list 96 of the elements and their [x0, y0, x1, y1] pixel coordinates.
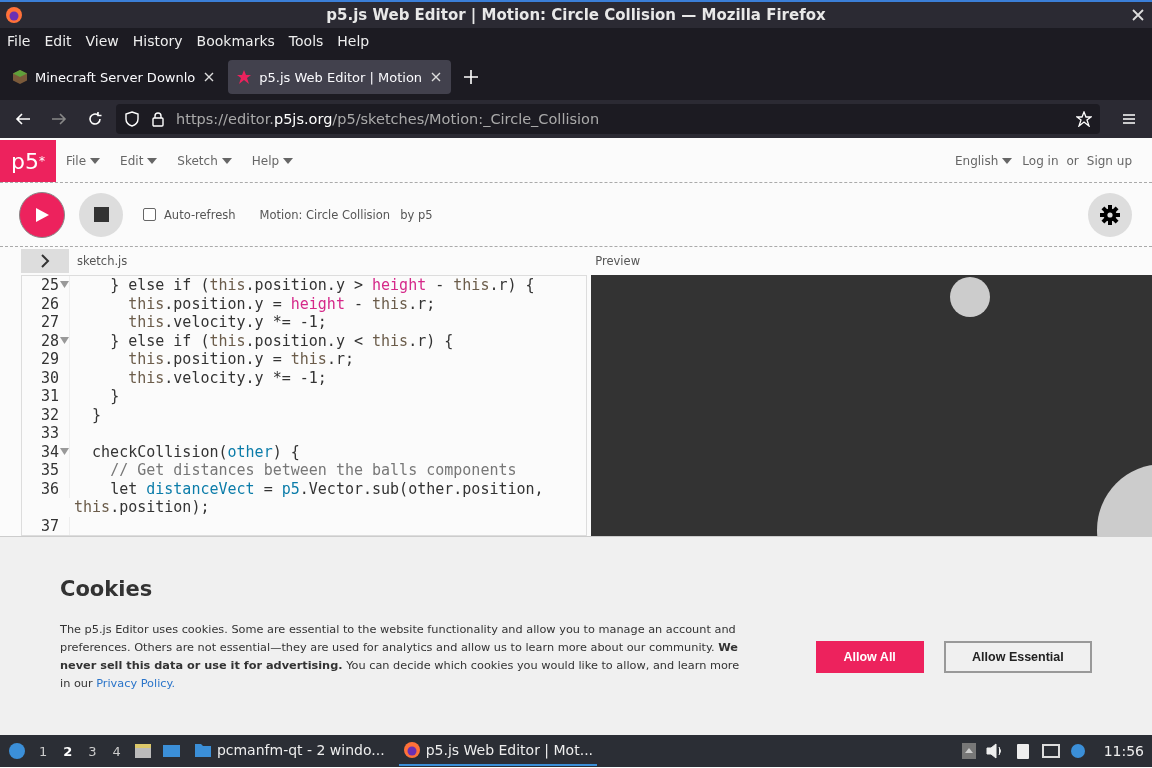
- line-number: 32: [40, 405, 59, 424]
- expand-sidebar-button[interactable]: [21, 249, 69, 273]
- star-icon: [236, 69, 253, 85]
- login-link[interactable]: Log in: [1022, 154, 1059, 168]
- workspace-switch[interactable]: 2: [60, 743, 76, 759]
- caret-icon: [283, 158, 294, 164]
- code-line: let distanceVect = p5.Vector.sub(other.position, this.position);: [74, 479, 545, 517]
- menu-item[interactable]: View: [85, 33, 119, 49]
- fold-icon[interactable]: [60, 447, 69, 456]
- code-line: checkCollision(other) {: [91, 442, 300, 461]
- plus-icon: [463, 68, 480, 85]
- url-text: https://editor.p5js.org/p5/sketches/Motion:_Circle_Collision: [176, 111, 601, 127]
- line-number: 27: [40, 313, 59, 332]
- cube-icon: [12, 69, 28, 85]
- preview-label: Preview: [595, 254, 641, 268]
- sketch-name[interactable]: Motion: Circle Collision: [259, 207, 391, 222]
- code-line: this.position.y = this.r;: [127, 350, 354, 369]
- language-menu[interactable]: English: [954, 154, 1013, 168]
- fold-icon[interactable]: [60, 281, 69, 290]
- or-text: or: [1066, 154, 1079, 168]
- chevron-right-icon: [38, 253, 52, 269]
- auto-refresh-checkbox[interactable]: [143, 208, 156, 221]
- line-number: 25: [40, 276, 59, 295]
- clock: 11:56: [1103, 743, 1144, 759]
- stop-button[interactable]: [79, 192, 123, 237]
- workspace-switch[interactable]: 3: [85, 743, 100, 759]
- line-number: 31: [40, 387, 59, 406]
- volume-icon: [985, 742, 1004, 760]
- file-cabinet-icon: [133, 742, 152, 760]
- privacy-policy-link[interactable]: Privacy Policy.: [96, 677, 176, 690]
- reload-icon: [87, 111, 103, 127]
- line-number: 34: [40, 442, 59, 461]
- app-menu[interactable]: Help: [251, 154, 294, 168]
- code-line: // Get distances between the balls components: [109, 461, 517, 480]
- lock-icon: [150, 111, 166, 127]
- menu-item[interactable]: Tools: [288, 33, 324, 49]
- allow-all-button[interactable]: Allow All: [815, 641, 924, 673]
- code-line: this.velocity.y *= -1;: [127, 368, 327, 387]
- settings-button[interactable]: [1088, 192, 1132, 237]
- stop-icon: [93, 207, 109, 222]
- code-line: }: [91, 405, 102, 424]
- signup-link[interactable]: Sign up: [1086, 154, 1132, 168]
- cookies-title: Cookies: [60, 577, 154, 601]
- author-text: by p5: [400, 207, 433, 222]
- browser-tab[interactable]: Minecraft Server Downlo: [4, 60, 225, 94]
- caret-icon: [147, 158, 158, 164]
- play-icon: [34, 206, 50, 223]
- right-arrow-icon: [51, 111, 67, 127]
- line-number: 28: [40, 331, 59, 350]
- code-line: }: [109, 387, 120, 406]
- menu-item[interactable]: Edit: [44, 33, 72, 49]
- code-line: } else if (this.position.y < this.r) {: [109, 331, 454, 350]
- caret-icon: [221, 158, 232, 164]
- line-number: 30: [40, 368, 59, 387]
- app-menu[interactable]: Edit: [120, 154, 158, 168]
- close-button[interactable]: [1130, 7, 1146, 23]
- caret-icon: [1002, 158, 1013, 164]
- shield-icon: [124, 111, 140, 127]
- app-menu[interactable]: File: [66, 154, 101, 168]
- line-number: 37: [40, 516, 59, 535]
- menu-item[interactable]: Bookmarks: [196, 33, 275, 49]
- address-field[interactable]: https://editor.p5js.org/p5/sketches/Motion:_Circle_Collision: [116, 104, 1100, 134]
- line-number: 33: [40, 424, 59, 443]
- line-number: 26: [40, 294, 59, 313]
- auto-refresh-label: Auto-refresh: [164, 207, 236, 222]
- cookies-text: The p5.js Editor uses cookies. Some are essential to the website functionality and allow you to manage an account and preferences. Others are not essential—they are used for analytics and allow us to learn more about our community. We never sell this data or use it for advertising. You can decide which cookies you would like to allow, and learn more in our Privacy Policy.: [60, 622, 741, 692]
- close-icon: [1130, 7, 1146, 23]
- code-line: this.position.y = height - this.r;: [127, 294, 436, 313]
- circle-drawing: [950, 277, 990, 317]
- left-arrow-icon: [15, 111, 31, 127]
- code-line: this.velocity.y *= -1;: [127, 313, 327, 332]
- line-number: 35: [40, 461, 59, 480]
- line-number: 36: [40, 479, 59, 498]
- code-line: } else if (this.position.y > height - this.r) {: [109, 276, 535, 295]
- caret-icon: [90, 158, 101, 164]
- workspace-switch[interactable]: 4: [109, 743, 124, 759]
- menu-icon: [1121, 111, 1137, 127]
- menu-item[interactable]: Help: [337, 33, 370, 49]
- browser-tab[interactable]: p5.js Web Editor | Motion: [228, 60, 452, 94]
- menu-item[interactable]: File: [7, 33, 31, 49]
- app-menu[interactable]: Sketch: [177, 154, 232, 168]
- star-outline-icon: [1076, 111, 1092, 127]
- folder-icon: [193, 741, 212, 759]
- file-name: sketch.js: [77, 254, 128, 268]
- line-number: 29: [40, 350, 59, 369]
- window-title: p5.js Web Editor | Motion: Circle Collision — Mozilla Firefox: [326, 6, 826, 24]
- code-editor[interactable]: [21, 275, 587, 536]
- fold-icon[interactable]: [60, 336, 69, 345]
- taskbar-window[interactable]: p5.js Web Editor | Mot...: [398, 736, 598, 766]
- allow-essential-button[interactable]: Allow Essential: [943, 641, 1092, 673]
- p5-logo[interactable]: p5$^{*}$: [0, 140, 56, 182]
- menu-item[interactable]: History: [132, 33, 183, 49]
- play-button[interactable]: [19, 191, 65, 238]
- taskbar-window[interactable]: pcmanfm-qt - 2 windo...: [189, 736, 389, 766]
- settings-icon: [1099, 203, 1121, 226]
- workspace-switch[interactable]: 1: [36, 743, 51, 759]
